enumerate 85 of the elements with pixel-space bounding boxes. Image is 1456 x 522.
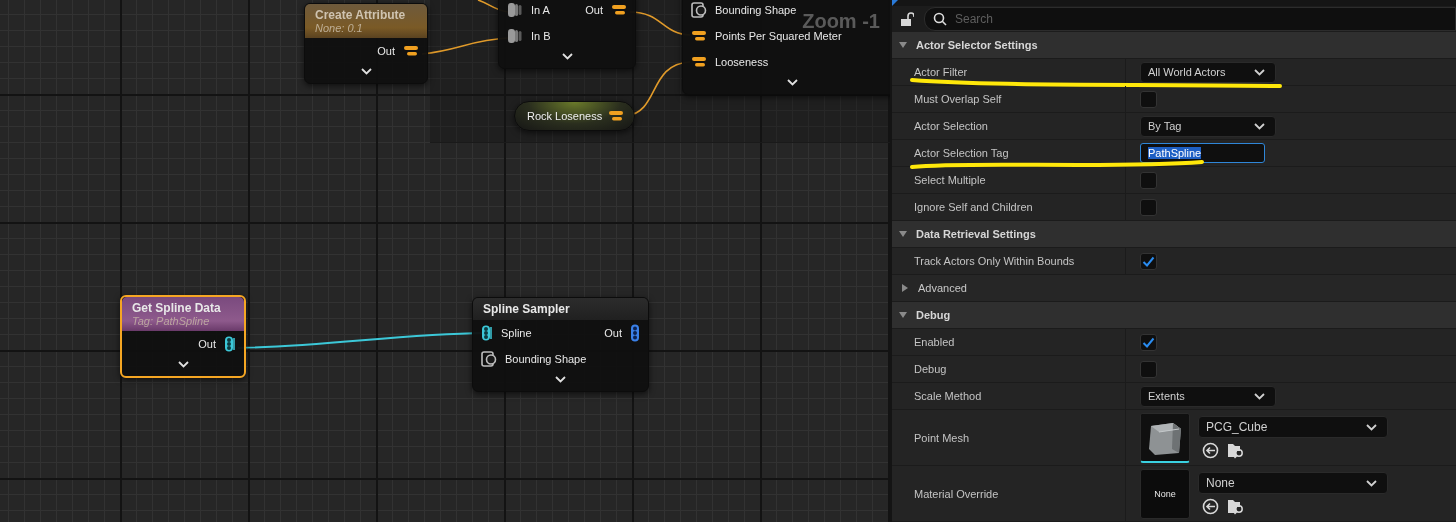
caret-icon[interactable]	[1254, 68, 1265, 76]
spatial-pin-icon[interactable]	[481, 325, 493, 341]
pin-label: Spline	[501, 327, 532, 339]
browse-folder-icon[interactable]	[1227, 442, 1245, 459]
property-label: Enabled	[892, 329, 1126, 355]
zoom-label: Zoom -1	[802, 10, 880, 32]
pin-label: Out	[377, 45, 395, 57]
node-title: Create Attribute	[315, 8, 407, 22]
expander-icon[interactable]	[900, 283, 910, 293]
use-selected-icon[interactable]	[1202, 498, 1219, 515]
property-label: Point Mesh	[892, 410, 1126, 465]
property-label: Actor Selection Tag	[892, 140, 1126, 166]
text-field[interactable]: PathSpline	[1140, 143, 1265, 163]
expand-chevron-icon[interactable]	[360, 68, 372, 75]
pin-label: Out	[198, 338, 216, 350]
lock-icon[interactable]	[900, 11, 914, 27]
dropdown[interactable]: All World Actors	[1140, 61, 1276, 83]
node-title: Get Spline Data	[132, 301, 222, 315]
expand-chevron-icon[interactable]	[555, 376, 566, 383]
pin-label: Looseness	[715, 56, 769, 68]
pin-label: Bounding Shape	[715, 4, 797, 16]
point-pin-icon[interactable]	[630, 324, 640, 342]
section-header[interactable]: Data Retrieval Settings	[892, 221, 1456, 248]
property-label: Track Actors Only Within Bounds	[892, 248, 1126, 274]
property-label: Ignore Self and Children	[892, 194, 1126, 220]
checkbox[interactable]	[1140, 333, 1157, 351]
checkbox[interactable]	[1140, 198, 1157, 216]
use-selected-icon[interactable]	[1202, 442, 1219, 459]
expand-chevron-icon[interactable]	[561, 53, 573, 60]
attribute-pin-icon[interactable]	[691, 56, 707, 68]
caret-icon[interactable]	[1366, 423, 1377, 431]
stack-pin-icon[interactable]	[507, 28, 523, 44]
property-label: Select Multiple	[892, 167, 1126, 193]
shape-pin-icon[interactable]	[481, 351, 497, 367]
section-header[interactable]: Debug	[892, 302, 1456, 329]
caret-icon[interactable]	[1366, 479, 1377, 487]
node-title: Spline Sampler	[483, 302, 571, 316]
graph-node[interactable]: Get Spline Data Tag: PathSpline Out	[120, 295, 246, 378]
property-label: Material Override	[892, 466, 1126, 521]
expand-chevron-icon[interactable]	[786, 79, 798, 86]
pin-label: In A	[531, 4, 550, 16]
spatial-pin-icon[interactable]	[224, 336, 236, 352]
checkbox[interactable]	[1140, 90, 1157, 108]
dropdown[interactable]: By Tag	[1140, 115, 1276, 137]
expander-icon[interactable]	[898, 310, 908, 320]
pin-label: Out	[585, 4, 603, 16]
checkbox[interactable]	[1140, 252, 1157, 270]
pin-label: Bounding Shape	[505, 353, 587, 365]
asset-dropdown[interactable]: None	[1198, 472, 1388, 494]
caret-icon[interactable]	[1254, 122, 1265, 130]
checkbox[interactable]	[1140, 360, 1157, 378]
expander-icon[interactable]	[898, 229, 908, 239]
checkbox[interactable]	[1140, 171, 1157, 189]
search-field[interactable]: Search	[924, 7, 1456, 32]
asset-dropdown[interactable]: PCG_Cube	[1198, 416, 1388, 438]
property-label: Actor Selection	[892, 113, 1126, 139]
property-label: Actor Filter	[892, 59, 1126, 85]
graph-node[interactable]: In A In B Out	[498, 0, 636, 69]
property-label: Must Overlap Self	[892, 86, 1126, 112]
caret-icon[interactable]	[1254, 392, 1265, 400]
attribute-pin-icon[interactable]	[608, 110, 625, 122]
thumbnail: None	[1140, 468, 1190, 519]
shape-pin-icon[interactable]	[691, 2, 707, 18]
property-label: Scale Method	[892, 383, 1126, 409]
attribute-pin-icon[interactable]	[403, 45, 419, 57]
pin-label: Points Per Squared Meter	[715, 30, 842, 42]
search-icon	[933, 12, 947, 27]
expand-chevron-icon[interactable]	[177, 361, 189, 368]
graph-node[interactable]: Spline Sampler Spline Bounding Shape Out	[472, 297, 649, 392]
attribute-pin-icon[interactable]	[611, 4, 627, 16]
node-subtitle: Tag: PathSpline	[132, 315, 211, 327]
stack-pin-icon[interactable]	[507, 2, 523, 18]
node-title: Rock Loseness	[527, 110, 603, 122]
attribute-pin-icon[interactable]	[691, 30, 707, 42]
pin-label: Out	[604, 327, 622, 339]
corner-icon	[892, 0, 898, 6]
section-header[interactable]: Actor Selector Settings	[892, 32, 1456, 59]
graph-node[interactable]: Create Attribute None: 0.1 Out	[304, 3, 428, 84]
browse-folder-icon[interactable]	[1227, 498, 1245, 515]
dropdown[interactable]: Extents	[1140, 385, 1276, 407]
expander-icon[interactable]	[898, 40, 908, 50]
property-label: Debug	[892, 356, 1126, 382]
node-subtitle: None: 0.1	[315, 22, 364, 34]
variable-node[interactable]: Rock Loseness	[514, 101, 636, 131]
pin-label: In B	[531, 30, 551, 42]
